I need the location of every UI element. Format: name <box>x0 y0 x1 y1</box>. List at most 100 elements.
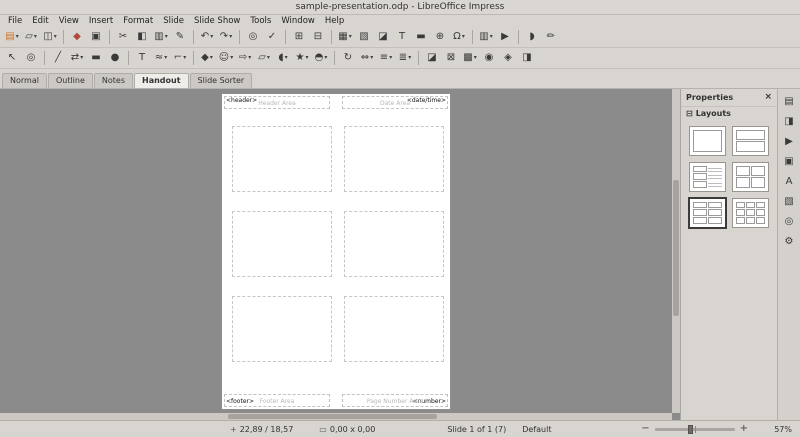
basic-shapes-button[interactable]: ◆▾ <box>198 49 216 66</box>
dropdown-arrow-icon[interactable]: ▾ <box>16 33 19 40</box>
zoom-and-pan-button[interactable]: ◎ <box>22 49 40 66</box>
dropdown-arrow-icon[interactable]: ▾ <box>389 54 392 61</box>
slide-placeholder-3[interactable] <box>232 211 332 277</box>
menu-help[interactable]: Help <box>320 16 349 26</box>
menu-tools[interactable]: Tools <box>245 16 276 26</box>
dropdown-arrow-icon[interactable]: ▾ <box>324 54 327 61</box>
points-button[interactable]: ◉ <box>480 49 498 66</box>
styles-deck-icon[interactable]: A <box>781 174 798 190</box>
symbol-shapes-button[interactable]: ☺▾ <box>217 49 235 66</box>
snap-to-grid-button[interactable]: ⊟ <box>309 28 327 45</box>
shadow-button[interactable]: ◪ <box>423 49 441 66</box>
insert-line-button[interactable]: ╱ <box>49 49 67 66</box>
menu-slide[interactable]: Slide <box>158 16 189 26</box>
menu-window[interactable]: Window <box>276 16 320 26</box>
properties-deck-icon[interactable]: ▤ <box>781 94 798 110</box>
menu-file[interactable]: File <box>3 16 27 26</box>
view-tab-slide-sorter[interactable]: Slide Sorter <box>190 73 253 88</box>
dropdown-arrow-icon[interactable]: ▾ <box>462 33 465 40</box>
insert-hyperlink-button[interactable]: ⊕ <box>431 28 449 45</box>
dropdown-arrow-icon[interactable]: ▾ <box>474 54 477 61</box>
vertical-scrollbar-thumb[interactable] <box>673 180 679 316</box>
paste-button[interactable]: ▥▾ <box>152 28 170 45</box>
zoom-slider-handle[interactable] <box>688 425 693 434</box>
layout-2-slides-thumbnail[interactable] <box>732 126 769 156</box>
clone-formatting-button[interactable]: ✎ <box>171 28 189 45</box>
vertical-scrollbar[interactable] <box>672 89 680 413</box>
horizontal-scrollbar[interactable] <box>0 413 672 420</box>
dropdown-arrow-icon[interactable]: ▾ <box>408 54 411 61</box>
text-box-button[interactable]: T <box>133 49 151 66</box>
slide-info-cell[interactable]: Slide 1 of 1 (7) <box>447 425 506 434</box>
find-and-replace-button[interactable]: ◎ <box>244 28 262 45</box>
ellipse-button[interactable]: ● <box>106 49 124 66</box>
glue-points-button[interactable]: ◈ <box>499 49 517 66</box>
footer-area[interactable]: <footer> Footer Area <box>224 394 330 407</box>
insert-header-footer-button[interactable]: ▬ <box>412 28 430 45</box>
slide-style-cell[interactable]: Default <box>522 425 551 434</box>
toggle-extrusion-button[interactable]: ◨ <box>518 49 536 66</box>
slide-placeholder-4[interactable] <box>344 211 444 277</box>
zoom-out-button[interactable]: − <box>639 424 651 434</box>
insert-chart-button[interactable]: ◪ <box>374 28 392 45</box>
date-area[interactable]: <date/time> Date Area <box>342 96 448 109</box>
dropdown-arrow-icon[interactable]: ▾ <box>305 54 308 61</box>
handout-canvas[interactable]: <header> Header Area <date/time> Date Ar… <box>0 89 672 413</box>
start-from-first-slide-button[interactable]: ▶ <box>496 28 514 45</box>
show-draw-functions-button[interactable]: ✏ <box>542 28 560 45</box>
dropdown-arrow-icon[interactable]: ▾ <box>183 54 186 61</box>
view-tab-handout[interactable]: Handout <box>134 73 189 88</box>
sidebar-settings-icon[interactable]: ⚙ <box>781 234 798 250</box>
dropdown-arrow-icon[interactable]: ▾ <box>34 33 37 40</box>
layout-1-slide-thumbnail[interactable] <box>689 126 726 156</box>
lines-and-arrows-button[interactable]: ⇄▾ <box>68 49 86 66</box>
rectangle-button[interactable]: ▬ <box>87 49 105 66</box>
layouts-section-header[interactable]: ⊟ Layouts <box>681 106 777 120</box>
align-objects-button[interactable]: ≡▾ <box>377 49 395 66</box>
dropdown-arrow-icon[interactable]: ▾ <box>267 54 270 61</box>
layout-4-slides-thumbnail[interactable] <box>732 162 769 192</box>
zoom-level-cell[interactable]: 57% <box>762 425 792 434</box>
undo-button[interactable]: ↶▾ <box>198 28 216 45</box>
header-area[interactable]: <header> Header Area <box>224 96 330 109</box>
crop-image-button[interactable]: ⊠ <box>442 49 460 66</box>
menu-format[interactable]: Format <box>118 16 158 26</box>
spelling-button[interactable]: ✓ <box>263 28 281 45</box>
stars-and-banners-button[interactable]: ★▾ <box>293 49 311 66</box>
arrange-button[interactable]: ≣▾ <box>396 49 414 66</box>
image-filter-button[interactable]: ▩▾ <box>461 49 479 66</box>
dropdown-arrow-icon[interactable]: ▾ <box>210 33 213 40</box>
dropdown-arrow-icon[interactable]: ▾ <box>285 54 288 61</box>
layout-3-slides-notes-thumbnail[interactable] <box>689 162 726 192</box>
dropdown-arrow-icon[interactable]: ▾ <box>370 54 373 61</box>
zoom-in-button[interactable]: + <box>738 424 750 434</box>
dropdown-arrow-icon[interactable]: ▾ <box>80 54 83 61</box>
slide-placeholder-6[interactable] <box>344 296 444 362</box>
display-grid-button[interactable]: ⊞ <box>290 28 308 45</box>
collapse-section-icon[interactable]: ⊟ <box>686 109 693 118</box>
curves-and-polygons-button[interactable]: ≈▾ <box>152 49 170 66</box>
view-tab-notes[interactable]: Notes <box>94 73 133 88</box>
menu-view[interactable]: View <box>54 16 84 26</box>
save-button[interactable]: ◫▾ <box>41 28 59 45</box>
gallery-deck-icon[interactable]: ▧ <box>781 194 798 210</box>
slide-placeholder-1[interactable] <box>232 126 332 192</box>
dropdown-arrow-icon[interactable]: ▾ <box>210 54 213 61</box>
layout-9-slides-thumbnail[interactable] <box>732 198 769 228</box>
menu-edit[interactable]: Edit <box>27 16 53 26</box>
dropdown-arrow-icon[interactable]: ▾ <box>165 33 168 40</box>
slide-placeholder-2[interactable] <box>344 126 444 192</box>
dropdown-arrow-icon[interactable]: ▾ <box>54 33 57 40</box>
animation-deck-icon[interactable]: ▶ <box>781 134 798 150</box>
insert-table-button[interactable]: ▦▾ <box>336 28 354 45</box>
insert-text-box-button[interactable]: T <box>393 28 411 45</box>
new-document-button[interactable]: ▤▾ <box>3 28 21 45</box>
horizontal-scrollbar-thumb[interactable] <box>228 414 436 419</box>
insert-comment-button[interactable]: ◗ <box>523 28 541 45</box>
close-sidebar-icon[interactable]: × <box>764 92 772 102</box>
slide-placeholder-5[interactable] <box>232 296 332 362</box>
insert-special-character-button[interactable]: Ω▾ <box>450 28 468 45</box>
dropdown-arrow-icon[interactable]: ▾ <box>230 54 233 61</box>
insert-image-button[interactable]: ▧ <box>355 28 373 45</box>
dropdown-arrow-icon[interactable]: ▾ <box>248 54 251 61</box>
